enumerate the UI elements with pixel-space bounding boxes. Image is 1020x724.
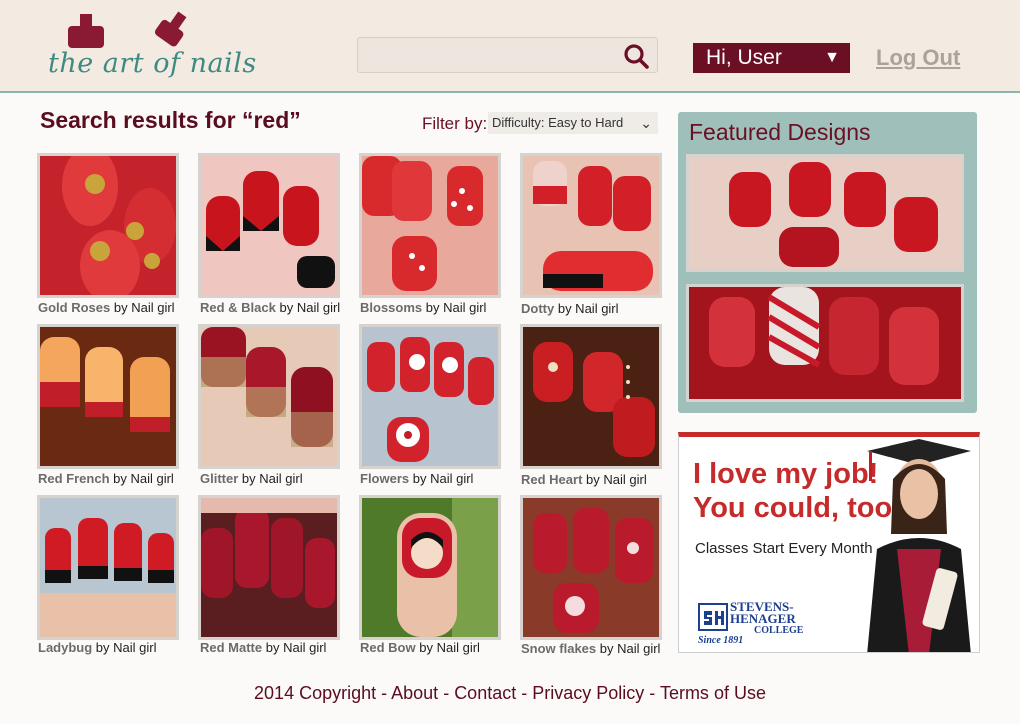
result-caption[interactable]: Red & Black by Nail girl bbox=[200, 300, 340, 315]
featured-designs-panel: Featured Designs bbox=[678, 112, 977, 413]
red-black-nail-image bbox=[201, 156, 337, 295]
result-caption[interactable]: Flowers by Nail girl bbox=[360, 471, 473, 486]
result-thumbnail-red-heart[interactable] bbox=[520, 324, 662, 469]
featured-image-candy-cane[interactable] bbox=[686, 284, 964, 402]
result-caption[interactable]: Blossoms by Nail girl bbox=[360, 300, 486, 315]
red-french-nail-image bbox=[40, 327, 176, 466]
triangle-down-icon: ▼ bbox=[824, 49, 840, 66]
search-input[interactable] bbox=[357, 37, 658, 73]
filter-selected-value: Difficulty: Easy to Hard bbox=[492, 115, 624, 130]
result-author: by Nail girl bbox=[113, 300, 175, 315]
result-author: by Nail girl bbox=[412, 471, 474, 486]
result-thumbnail-gold-roses[interactable] bbox=[37, 153, 179, 298]
result-caption[interactable]: Red Bow by Nail girl bbox=[360, 640, 480, 655]
result-thumbnail-red-matte[interactable] bbox=[198, 495, 340, 640]
result-author: by Nail girl bbox=[425, 300, 487, 315]
result-thumbnail-red-bow[interactable] bbox=[359, 495, 501, 640]
dotty-nail-image bbox=[523, 156, 659, 295]
user-menu-dropdown[interactable]: Hi, User ▼ bbox=[693, 43, 850, 73]
footer-link-contact[interactable]: Contact bbox=[454, 683, 516, 703]
footer-separator: - bbox=[438, 683, 455, 703]
logo-text: the art of nails bbox=[48, 48, 257, 79]
result-name: Dotty bbox=[521, 301, 555, 316]
result-name: Red Heart bbox=[521, 472, 583, 487]
ad-subtext: Classes Start Every Month bbox=[695, 540, 873, 557]
featured-title: Featured Designs bbox=[689, 119, 871, 145]
result-author: by Nail girl bbox=[557, 301, 619, 316]
snow-flakes-nail-image bbox=[523, 498, 659, 637]
result-name: Red French bbox=[38, 471, 110, 486]
ladybug-nail-image bbox=[40, 498, 176, 637]
site-header: the art of nails Hi, User ▼ Log Out bbox=[0, 0, 1020, 93]
result-thumbnail-red-french[interactable] bbox=[37, 324, 179, 469]
gold-roses-nail-image bbox=[40, 156, 176, 295]
result-name: Glitter bbox=[200, 471, 239, 486]
result-caption[interactable]: Dotty by Nail girl bbox=[521, 301, 619, 316]
featured-image-apples[interactable] bbox=[686, 154, 964, 272]
red-matte-nail-image bbox=[201, 498, 337, 637]
college-name-line-2: HENAGER bbox=[730, 611, 796, 626]
result-caption[interactable]: Red French by Nail girl bbox=[38, 471, 174, 486]
advertisement-banner[interactable]: I love my job! You could, too. Classes S… bbox=[678, 432, 980, 653]
college-logo: STEVENS- HENAGER COLLEGE Since 1891 bbox=[698, 600, 818, 649]
result-name: Red & Black bbox=[200, 300, 276, 315]
footer-separator: - bbox=[516, 683, 533, 703]
result-author: by Nail girl bbox=[279, 300, 341, 315]
result-caption[interactable]: Red Matte by Nail girl bbox=[200, 640, 326, 655]
candy-cane-nail-image bbox=[689, 287, 961, 399]
result-caption[interactable]: Ladybug by Nail girl bbox=[38, 640, 156, 655]
graduate-photo bbox=[867, 439, 971, 652]
result-author: by Nail girl bbox=[599, 641, 661, 656]
result-caption[interactable]: Snow flakes by Nail girl bbox=[521, 641, 660, 656]
footer-link-privacy-policy[interactable]: Privacy Policy bbox=[532, 683, 644, 703]
result-caption[interactable]: Glitter by Nail girl bbox=[200, 471, 303, 486]
result-thumbnail-dotty[interactable] bbox=[520, 153, 662, 298]
result-author: by Nail girl bbox=[241, 471, 303, 486]
result-author: by Nail girl bbox=[95, 640, 157, 655]
filter-label: Filter by: bbox=[422, 114, 488, 133]
result-thumbnail-snow-flakes[interactable] bbox=[520, 495, 662, 640]
result-name: Snow flakes bbox=[521, 641, 597, 656]
site-logo[interactable]: the art of nails bbox=[44, 6, 256, 84]
result-thumbnail-blossoms[interactable] bbox=[359, 153, 501, 298]
result-caption[interactable]: Gold Roses by Nail girl bbox=[38, 300, 175, 315]
apples-nail-image bbox=[689, 157, 961, 269]
result-author: by Nail girl bbox=[113, 471, 174, 486]
glitter-nail-image bbox=[201, 327, 337, 466]
result-thumbnail-red-black[interactable] bbox=[198, 153, 340, 298]
result-thumbnail-glitter[interactable] bbox=[198, 324, 340, 469]
result-name: Red Bow bbox=[360, 640, 416, 655]
red-heart-nail-image bbox=[523, 327, 659, 466]
footer-separator: - bbox=[376, 683, 392, 703]
user-menu-label: Hi, User bbox=[706, 46, 782, 69]
flowers-nail-image bbox=[362, 327, 498, 466]
result-caption[interactable]: Red Heart by Nail girl bbox=[521, 472, 647, 487]
college-seal-icon bbox=[698, 603, 728, 631]
result-name: Ladybug bbox=[38, 640, 93, 655]
chevron-down-icon: ⌄ bbox=[640, 115, 652, 131]
footer-copyright: 2014 Copyright bbox=[254, 683, 377, 703]
result-thumbnail-flowers[interactable] bbox=[359, 324, 501, 469]
result-author: by Nail girl bbox=[419, 640, 480, 655]
page-title: Search results for “red” bbox=[40, 107, 301, 133]
college-since: Since 1891 bbox=[698, 635, 744, 646]
footer-link-terms-of-use[interactable]: Terms of Use bbox=[660, 683, 766, 703]
search-icon[interactable] bbox=[623, 43, 649, 69]
site-footer: 2014 Copyright - About - Contact - Priva… bbox=[0, 683, 1020, 704]
result-name: Gold Roses bbox=[38, 300, 111, 315]
result-name: Red Matte bbox=[200, 640, 263, 655]
footer-separator: - bbox=[644, 683, 660, 703]
logout-link[interactable]: Log Out bbox=[876, 45, 960, 71]
result-author: by Nail girl bbox=[265, 640, 327, 655]
filter-dropdown[interactable]: Difficulty: Easy to Hard ⌄ bbox=[488, 112, 658, 134]
result-author: by Nail girl bbox=[586, 472, 647, 487]
blossoms-nail-image bbox=[362, 156, 498, 295]
result-name: Flowers bbox=[360, 471, 410, 486]
footer-link-about[interactable]: About bbox=[391, 683, 438, 703]
red-bow-nail-image bbox=[362, 498, 498, 637]
result-thumbnail-ladybug[interactable] bbox=[37, 495, 179, 640]
result-name: Blossoms bbox=[360, 300, 423, 315]
